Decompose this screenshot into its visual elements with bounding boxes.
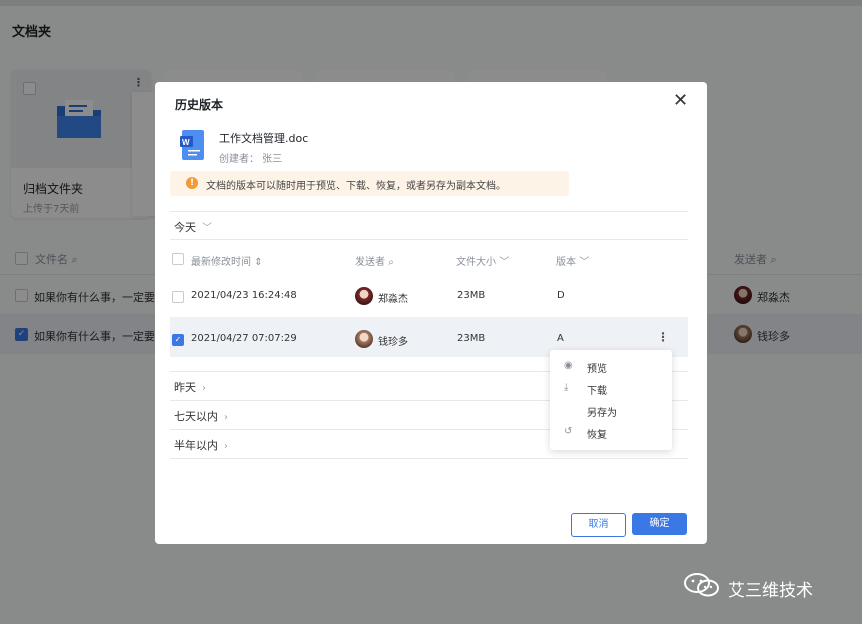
notice-banner: ! 文档的版本可以随时用于预览、下载、恢复，或者另存为副本文档。 xyxy=(170,171,569,196)
menu-item-label: 下载 xyxy=(587,382,607,397)
divider xyxy=(170,458,688,459)
row-sender: 钱珍多 xyxy=(378,333,408,348)
file-name: 工作文档管理.doc xyxy=(219,130,308,146)
column-size[interactable]: 文件大小 ﹀ xyxy=(456,253,509,268)
menu-item-label: 恢复 xyxy=(587,426,607,441)
wechat-icon xyxy=(682,572,722,598)
group-label: 昨天 xyxy=(174,381,196,394)
menu-item-save-as[interactable]: 另存为 xyxy=(550,400,672,421)
column-size-label: 文件大小 xyxy=(456,257,496,268)
menu-item-label: 预览 xyxy=(587,360,607,375)
group-label: 今天 xyxy=(174,221,196,234)
select-all-checkbox[interactable] xyxy=(172,253,184,265)
row-checkbox[interactable] xyxy=(172,291,184,303)
sort-icon[interactable]: ⇕ xyxy=(254,257,262,268)
file-creator: 创建者： 张三 xyxy=(219,150,282,165)
group-today[interactable]: 今天 ﹀ xyxy=(174,219,212,235)
row-size: 23MB xyxy=(457,290,485,301)
download-icon: ⤓ xyxy=(564,382,568,393)
row-version: A xyxy=(557,333,564,344)
svg-text:W: W xyxy=(182,138,190,147)
chevron-right-icon: › xyxy=(202,383,206,394)
chevron-down-icon: ﹀ xyxy=(202,223,212,234)
divider xyxy=(170,239,688,240)
close-icon[interactable]: ✕ xyxy=(673,90,688,111)
search-icon[interactable]: ⌕ xyxy=(388,257,394,268)
history-version-dialog: 历史版本 ✕ W 工作文档管理.doc 创建者： 张三 ! 文档的版本可以随时用… xyxy=(155,82,707,544)
row-version: D xyxy=(557,290,565,301)
menu-item-label: 另存为 xyxy=(587,404,617,419)
chevron-right-icon: › xyxy=(224,441,228,452)
column-version-label: 版本 xyxy=(556,257,576,268)
column-sender[interactable]: 发送者 ⌕ xyxy=(355,253,394,268)
watermark-text: 艾三维技术 xyxy=(728,576,813,601)
ok-button[interactable]: 确定 xyxy=(632,513,687,535)
row-time: 2021/04/27 07:07:29 xyxy=(191,333,297,344)
cancel-button[interactable]: 取消 xyxy=(571,513,626,537)
column-time-label: 最新修改时间 xyxy=(191,257,251,268)
avatar xyxy=(355,330,373,348)
column-time[interactable]: 最新修改时间 ⇕ xyxy=(191,253,263,268)
chevron-down-icon[interactable]: ﹀ xyxy=(499,257,509,268)
chevron-right-icon: › xyxy=(224,412,228,423)
restore-icon: ↺ xyxy=(564,426,572,437)
divider xyxy=(170,211,688,212)
menu-item-download[interactable]: ⤓ 下载 xyxy=(550,378,672,399)
group-label: 半年以内 xyxy=(174,439,218,452)
menu-item-restore[interactable]: ↺ 恢复 xyxy=(550,422,672,443)
row-sender: 郑淼杰 xyxy=(378,290,408,305)
column-version[interactable]: 版本 ﹀ xyxy=(556,253,589,268)
warning-icon: ! xyxy=(186,177,198,189)
dialog-title: 历史版本 xyxy=(175,96,223,113)
row-checkbox[interactable]: ✓ xyxy=(172,334,184,346)
more-icon[interactable]: ⋮ xyxy=(657,330,669,344)
menu-item-preview[interactable]: ◉ 预览 xyxy=(550,356,672,377)
group-seven-days[interactable]: 七天以内 › xyxy=(174,408,228,424)
avatar xyxy=(355,287,373,305)
eye-icon: ◉ xyxy=(564,360,573,371)
chevron-down-icon[interactable]: ﹀ xyxy=(579,257,589,268)
group-half-year[interactable]: 半年以内 › xyxy=(174,437,228,453)
row-size: 23MB xyxy=(457,333,485,344)
group-label: 七天以内 xyxy=(174,410,218,423)
row-action-menu: ◉ 预览 ⤓ 下载 另存为 ↺ 恢复 xyxy=(550,350,672,450)
group-yesterday[interactable]: 昨天 › xyxy=(174,379,206,395)
word-doc-icon: W xyxy=(180,130,204,160)
notice-text: 文档的版本可以随时用于预览、下载、恢复，或者另存为副本文档。 xyxy=(206,177,506,192)
watermark: 艾三维技术 xyxy=(682,572,722,600)
column-sender-label: 发送者 xyxy=(355,257,385,268)
row-time: 2021/04/23 16:24:48 xyxy=(191,290,297,301)
